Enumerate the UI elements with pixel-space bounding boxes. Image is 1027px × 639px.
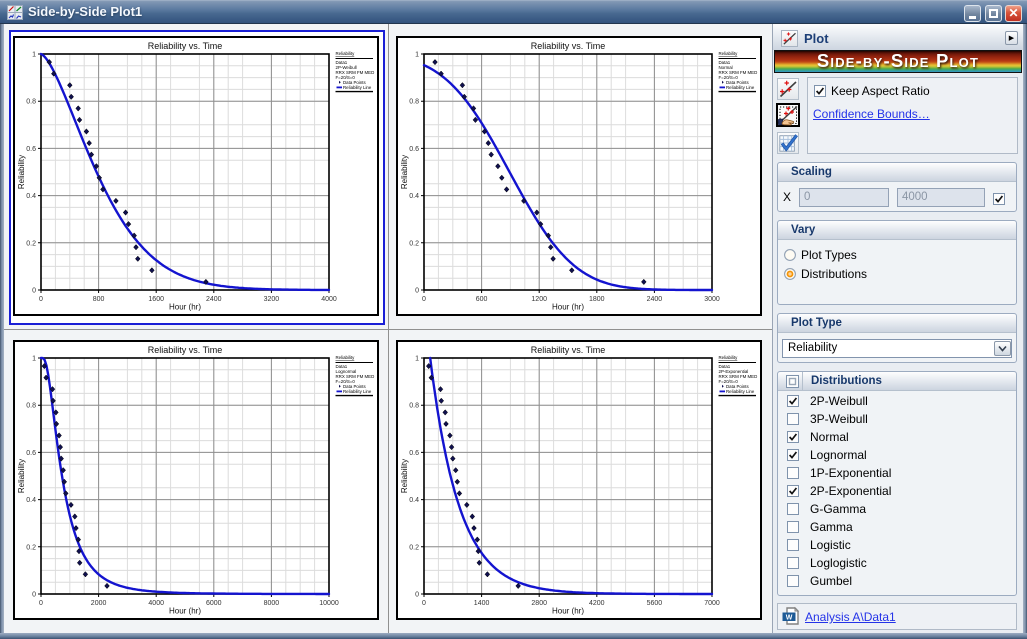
svg-text:Reliability: Reliability xyxy=(719,51,739,56)
svg-text:Reliability Line: Reliability Line xyxy=(343,389,372,394)
svg-text:1600: 1600 xyxy=(148,296,164,303)
svg-text:Reliability Line: Reliability Line xyxy=(726,85,755,90)
svg-text:4000: 4000 xyxy=(321,296,337,303)
svg-text:2400: 2400 xyxy=(647,296,663,303)
svg-text:0.4: 0.4 xyxy=(26,193,36,200)
svg-text:600: 600 xyxy=(476,296,488,303)
svg-text:Reliability Line: Reliability Line xyxy=(726,389,755,394)
svg-text:0.2: 0.2 xyxy=(26,240,36,247)
svg-text:Reliability vs. Time: Reliability vs. Time xyxy=(531,345,606,355)
svg-text:4200: 4200 xyxy=(589,600,605,607)
svg-text:10000: 10000 xyxy=(319,600,339,607)
svg-text:4000: 4000 xyxy=(148,600,164,607)
svg-text:1: 1 xyxy=(32,52,36,59)
svg-text:2000: 2000 xyxy=(91,600,107,607)
svg-text:Reliability: Reliability xyxy=(336,355,356,360)
svg-text:Hour (hr): Hour (hr) xyxy=(169,303,201,312)
svg-text:1800: 1800 xyxy=(589,296,605,303)
svg-text:0.2: 0.2 xyxy=(409,544,419,551)
svg-text:0.6: 0.6 xyxy=(26,146,36,153)
svg-text:Reliability vs. Time: Reliability vs. Time xyxy=(148,345,223,355)
svg-text:0.2: 0.2 xyxy=(26,544,36,551)
svg-text:3000: 3000 xyxy=(704,296,720,303)
svg-text:0.8: 0.8 xyxy=(26,99,36,106)
svg-text:Hour (hr): Hour (hr) xyxy=(552,303,584,312)
svg-text:Reliability: Reliability xyxy=(336,51,356,56)
svg-text:0.4: 0.4 xyxy=(409,497,419,504)
svg-text:1200: 1200 xyxy=(531,296,547,303)
svg-text:Reliability vs. Time: Reliability vs. Time xyxy=(531,41,606,51)
svg-text:7000: 7000 xyxy=(704,600,720,607)
svg-text:0: 0 xyxy=(415,288,419,295)
svg-text:0.2: 0.2 xyxy=(409,240,419,247)
svg-text:0.8: 0.8 xyxy=(409,403,419,410)
svg-text:3200: 3200 xyxy=(264,296,280,303)
svg-text:2800: 2800 xyxy=(531,600,547,607)
svg-text:Reliability: Reliability xyxy=(17,155,26,189)
svg-text:0: 0 xyxy=(422,600,426,607)
svg-text:Reliability: Reliability xyxy=(400,459,409,493)
svg-text:0.8: 0.8 xyxy=(26,403,36,410)
svg-text:1: 1 xyxy=(415,52,419,59)
svg-text:Reliability vs. Time: Reliability vs. Time xyxy=(148,41,223,51)
svg-text:0: 0 xyxy=(39,600,43,607)
svg-text:Reliability Line: Reliability Line xyxy=(343,85,372,90)
svg-text:8000: 8000 xyxy=(264,600,280,607)
svg-text:W: W xyxy=(786,615,793,622)
svg-text:Reliability: Reliability xyxy=(719,355,739,360)
svg-text:0: 0 xyxy=(422,296,426,303)
svg-text:0: 0 xyxy=(32,288,36,295)
svg-text:Hour (hr): Hour (hr) xyxy=(169,607,201,616)
svg-text:0.6: 0.6 xyxy=(409,146,419,153)
svg-text:0.6: 0.6 xyxy=(26,450,36,457)
svg-text:Reliability: Reliability xyxy=(400,155,409,189)
svg-text:1400: 1400 xyxy=(474,600,490,607)
svg-text:Reliability: Reliability xyxy=(17,459,26,493)
svg-text:2400: 2400 xyxy=(206,296,222,303)
svg-text:0.4: 0.4 xyxy=(26,497,36,504)
svg-text:0: 0 xyxy=(32,592,36,599)
svg-text:0: 0 xyxy=(415,592,419,599)
svg-text:5600: 5600 xyxy=(647,600,663,607)
svg-text:6000: 6000 xyxy=(206,600,222,607)
svg-text:1: 1 xyxy=(415,356,419,363)
svg-text:0: 0 xyxy=(39,296,43,303)
svg-text:0.6: 0.6 xyxy=(409,450,419,457)
svg-text:0.8: 0.8 xyxy=(409,99,419,106)
svg-text:1: 1 xyxy=(32,356,36,363)
svg-text:800: 800 xyxy=(93,296,105,303)
svg-text:Hour (hr): Hour (hr) xyxy=(552,607,584,616)
svg-text:0.4: 0.4 xyxy=(409,193,419,200)
